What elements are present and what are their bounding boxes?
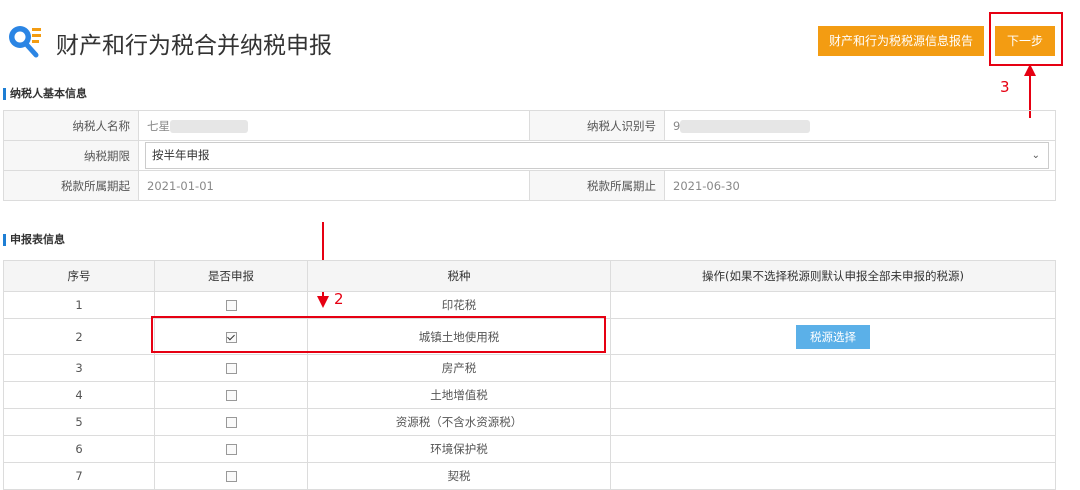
- table-row: 3 房产税: [3, 354, 1056, 382]
- taxpayer-name-value: 七星: [138, 110, 530, 141]
- page-header: 财产和行为税合并纳税申报 财产和行为税税源信息报告 下一步: [0, 0, 1080, 80]
- redacted-block: [680, 119, 811, 133]
- redacted-block: [170, 119, 248, 133]
- action-cell: [610, 291, 1056, 319]
- column-header-declare: 是否申报: [154, 260, 308, 292]
- table-row: 6 环境保护税: [3, 435, 1056, 463]
- declare-checkbox[interactable]: [225, 471, 237, 482]
- action-cell: [610, 354, 1056, 382]
- tax-type: 契税: [307, 462, 611, 490]
- taxpayer-id-label: 纳税人识别号: [529, 110, 665, 141]
- table-row: 5 资源税（不含水资源税）: [3, 408, 1056, 436]
- declare-checkbox[interactable]: [225, 363, 237, 374]
- declare-checkbox[interactable]: [225, 444, 237, 455]
- period-end-label: 税款所属期止: [529, 170, 665, 201]
- taxpayer-name-label: 纳税人名称: [3, 110, 139, 141]
- annotation-row-highlight: [151, 316, 606, 353]
- column-header-no: 序号: [3, 260, 155, 292]
- declare-cell: [154, 381, 308, 409]
- taxpayer-info-table: 纳税人名称 七星 纳税人识别号 9 纳税期限 按半年申报 ⌄ 税款所属期起 20…: [3, 110, 1056, 201]
- annotation-step-3-label: 3: [1000, 78, 1010, 96]
- tax-source-select-button[interactable]: 税源选择: [796, 324, 870, 349]
- table-row: 1 印花税: [3, 291, 1056, 319]
- action-cell: 税源选择: [610, 318, 1056, 355]
- action-cell: [610, 408, 1056, 436]
- taxpayer-name-text: 七星: [147, 118, 170, 133]
- tax-type: 环境保护税: [307, 435, 611, 463]
- row-number: 5: [3, 408, 155, 436]
- taxpayer-id-value: 9: [664, 110, 1056, 141]
- period-select-value: 按半年申报: [152, 148, 210, 162]
- row-number: 3: [3, 354, 155, 382]
- declare-cell: [154, 435, 308, 463]
- table-row: 4 土地增值税: [3, 381, 1056, 409]
- row-number: 4: [3, 381, 155, 409]
- tax-type: 土地增值税: [307, 381, 611, 409]
- declare-cell: [154, 354, 308, 382]
- period-select[interactable]: 按半年申报 ⌄: [145, 142, 1049, 169]
- page-title: 财产和行为税合并纳税申报: [56, 33, 332, 59]
- declare-checkbox[interactable]: [225, 390, 237, 401]
- period-start-value: 2021-01-01: [138, 170, 530, 201]
- column-header-tax-type: 税种: [307, 260, 611, 292]
- tax-type: 资源税（不含水资源税）: [307, 408, 611, 436]
- declaration-table: 序号 是否申报 税种 操作(如果不选择税源则默认申报全部未申报的税源) 1 印花…: [3, 260, 1056, 490]
- annotation-next-highlight: [989, 12, 1063, 66]
- chevron-down-icon: ⌄: [1031, 150, 1040, 161]
- row-number: 6: [3, 435, 155, 463]
- period-cell: 按半年申报 ⌄: [138, 140, 1056, 171]
- period-end-value: 2021-06-30: [664, 170, 1056, 201]
- tax-type: 印花税: [307, 291, 611, 319]
- row-number: 1: [3, 291, 155, 319]
- search-list-icon: [9, 26, 41, 58]
- period-start-label: 税款所属期起: [3, 170, 139, 201]
- taxpayer-section-title: 纳税人基本信息: [3, 88, 87, 100]
- declaration-section-title: 申报表信息: [3, 234, 65, 246]
- table-row: 7 契税: [3, 462, 1056, 490]
- action-cell: [610, 462, 1056, 490]
- tax-type: 房产税: [307, 354, 611, 382]
- declare-cell: [154, 462, 308, 490]
- declare-cell: [154, 291, 308, 319]
- column-header-action: 操作(如果不选择税源则默认申报全部未申报的税源): [610, 260, 1056, 292]
- tax-source-report-button[interactable]: 财产和行为税税源信息报告: [818, 26, 984, 56]
- declare-checkbox[interactable]: [225, 417, 237, 428]
- action-cell: [610, 435, 1056, 463]
- action-cell: [610, 381, 1056, 409]
- period-label: 纳税期限: [3, 140, 139, 171]
- declare-cell: [154, 408, 308, 436]
- declare-checkbox[interactable]: [225, 300, 237, 311]
- row-number: 7: [3, 462, 155, 490]
- row-number: 2: [3, 318, 155, 355]
- taxpayer-id-text: 9: [673, 118, 681, 133]
